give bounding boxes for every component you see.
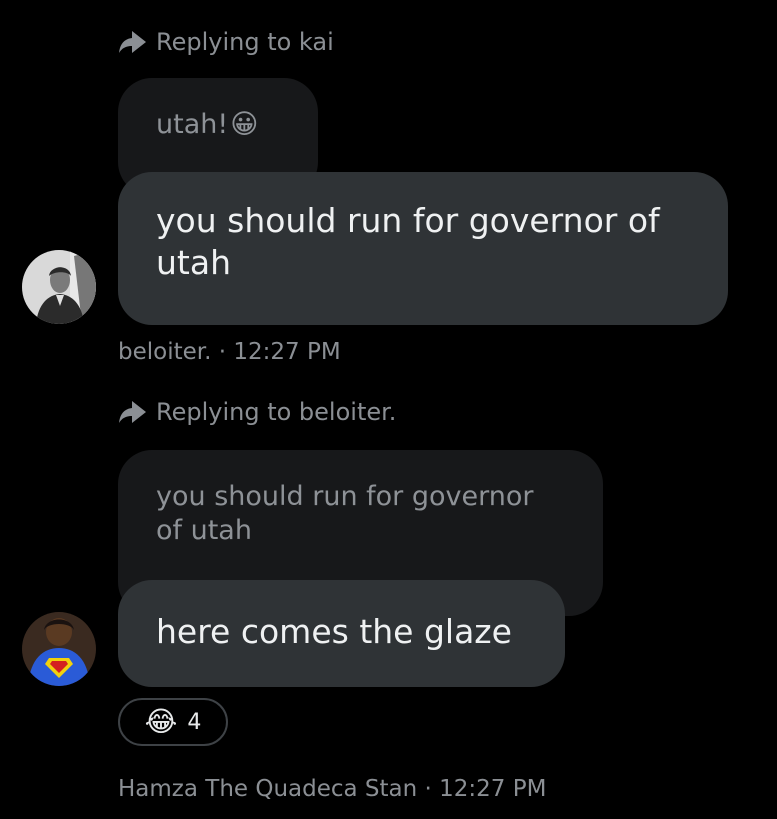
portrait-avatar-icon: [22, 250, 96, 324]
message-bubble[interactable]: you should run for governor of utah: [118, 172, 728, 325]
message-meta: beloiter. · 12:27 PM: [118, 339, 341, 365]
reaction-count: 4: [187, 709, 202, 735]
reply-indicator[interactable]: Replying to beloiter.: [118, 398, 396, 426]
reply-label: Replying to kai: [156, 28, 334, 56]
avatar[interactable]: [22, 612, 96, 686]
grinning-emoji-icon: 😀: [230, 109, 259, 140]
superman-avatar-icon: [22, 612, 96, 686]
message-text: you should run for governor of utah: [156, 201, 660, 282]
quoted-text: utah!: [156, 109, 229, 140]
quoted-text: you should run for governor of utah: [156, 481, 534, 546]
reaction-pill[interactable]: 😂 4: [118, 698, 228, 746]
reply-arrow-icon: [119, 401, 146, 423]
message-meta: Hamza The Quadeca Stan · 12:27 PM: [118, 776, 547, 802]
tears-of-joy-emoji-icon: 😂: [144, 705, 178, 738]
avatar[interactable]: [22, 250, 96, 324]
reply-label: Replying to beloiter.: [156, 398, 397, 426]
reply-arrow-icon: [119, 31, 146, 53]
message-text: here comes the glaze: [156, 612, 512, 651]
reply-indicator[interactable]: Replying to kai: [118, 28, 334, 56]
message-bubble[interactable]: here comes the glaze: [118, 580, 565, 687]
